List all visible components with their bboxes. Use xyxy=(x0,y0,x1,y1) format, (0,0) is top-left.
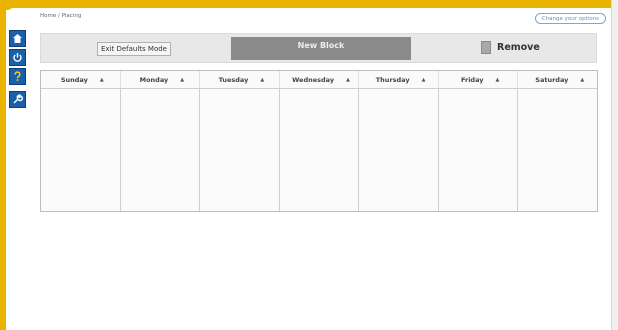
day-column-sunday[interactable] xyxy=(41,89,121,211)
day-header-label: Wednesday xyxy=(292,75,335,84)
new-block-button[interactable]: New Block xyxy=(231,37,411,60)
day-header-label: Thursday xyxy=(375,75,410,84)
power-button[interactable] xyxy=(9,49,26,66)
sidebar xyxy=(9,30,26,108)
day-column-saturday[interactable] xyxy=(518,89,598,211)
sort-up-icon[interactable]: ▲ xyxy=(180,77,184,83)
day-header-label: Saturday xyxy=(535,75,569,84)
day-header-label: Friday xyxy=(460,75,484,84)
day-column-thursday[interactable] xyxy=(359,89,439,211)
day-header-sunday[interactable]: Sunday ▲ xyxy=(41,71,121,88)
right-scroll-edge[interactable] xyxy=(611,0,618,330)
tools-button[interactable] xyxy=(9,91,26,108)
sort-up-icon[interactable]: ▲ xyxy=(346,77,350,83)
weekly-calendar: Sunday ▲ Monday ▲ Tuesday ▲ Wednesday ▲ Thur… xyxy=(40,70,598,212)
sort-up-icon[interactable]: ▲ xyxy=(580,77,584,83)
exit-defaults-mode-button[interactable]: Exit Defaults Mode xyxy=(97,42,171,56)
day-header-label: Tuesday xyxy=(218,75,249,84)
sort-up-icon[interactable]: ▲ xyxy=(496,77,500,83)
sort-up-icon[interactable]: ▲ xyxy=(422,77,426,83)
sort-up-icon[interactable]: ▲ xyxy=(260,77,264,83)
breadcrumb[interactable]: Home / Placing xyxy=(40,13,81,19)
home-button[interactable] xyxy=(9,30,26,47)
remove-label: Remove xyxy=(497,42,540,53)
day-header-tuesday[interactable]: Tuesday ▲ xyxy=(200,71,280,88)
trash-icon xyxy=(481,41,491,54)
help-button[interactable] xyxy=(9,68,26,85)
day-header-label: Monday xyxy=(139,75,169,84)
day-columns xyxy=(41,89,598,211)
day-header-row: Sunday ▲ Monday ▲ Tuesday ▲ Wednesday ▲ Thur… xyxy=(41,71,597,89)
day-header-label: Sunday xyxy=(60,75,88,84)
sort-up-icon[interactable]: ▲ xyxy=(100,77,104,83)
day-header-friday[interactable]: Friday ▲ xyxy=(439,71,519,88)
day-header-saturday[interactable]: Saturday ▲ xyxy=(518,71,597,88)
day-column-friday[interactable] xyxy=(438,89,519,211)
day-column-tuesday[interactable] xyxy=(200,89,280,211)
day-column-monday[interactable] xyxy=(120,89,201,211)
day-header-thursday[interactable]: Thursday ▲ xyxy=(359,71,439,88)
home-icon xyxy=(13,34,22,43)
toolbar: Exit Defaults Mode New Block Remove xyxy=(40,33,597,63)
remove-button[interactable]: Remove xyxy=(481,41,540,54)
day-header-wednesday[interactable]: Wednesday ▲ xyxy=(280,71,360,88)
change-options-link[interactable]: Change your options xyxy=(534,13,606,24)
day-header-monday[interactable]: Monday ▲ xyxy=(121,71,201,88)
day-column-wednesday[interactable] xyxy=(279,89,360,211)
wrench-icon xyxy=(13,94,23,104)
power-icon xyxy=(13,53,22,62)
help-icon xyxy=(14,71,21,81)
